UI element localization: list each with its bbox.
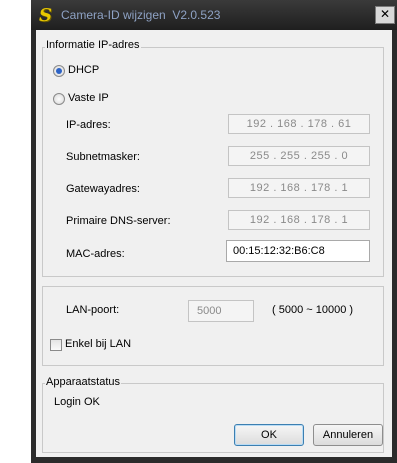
dns-server-label: Primaire DNS-server: — [66, 215, 171, 227]
title-bar[interactable]: S Camera-ID wijzigen V2.0.523 ✕ — [31, 0, 397, 30]
ip-address-label: IP-adres: — [66, 119, 111, 131]
static-ip-radio[interactable] — [53, 93, 65, 105]
lan-port-label: LAN-poort: — [66, 304, 120, 316]
ok-button[interactable]: OK — [234, 424, 304, 446]
ip-address-field[interactable]: 192 . 168 . 178 . 61 — [228, 114, 370, 134]
lan-only-label[interactable]: Enkel bij LAN — [65, 338, 131, 350]
dialog-body: Informatie IP-adres DHCP Vaste IP IP-adr… — [36, 30, 392, 457]
window-title: Camera-ID wijzigen V2.0.523 — [61, 8, 220, 22]
ip-info-legend: Informatie IP-adres — [45, 39, 141, 51]
app-logo-icon: S — [39, 5, 52, 26]
window-version: V2.0.523 — [172, 8, 221, 22]
mac-address-label: MAC-adres: — [66, 248, 125, 260]
status-text: Login OK — [54, 396, 100, 408]
status-legend: Apparaatstatus — [45, 376, 121, 388]
close-button[interactable]: ✕ — [375, 6, 395, 24]
lan-group — [42, 286, 384, 366]
subnet-mask-field[interactable]: 255 . 255 . 255 . 0 — [228, 146, 370, 166]
dhcp-label[interactable]: DHCP — [68, 64, 99, 76]
mac-address-field[interactable]: 00:15:12:32:B6:C8 — [226, 240, 370, 262]
lan-port-range: ( 5000 ~ 10000 ) — [272, 304, 354, 316]
dialog-window: S Camera-ID wijzigen V2.0.523 ✕ Informat… — [31, 0, 397, 463]
dns-server-field[interactable]: 192 . 168 . 178 . 1 — [228, 210, 370, 230]
gateway-label: Gatewayadres: — [66, 183, 140, 195]
subnet-mask-label: Subnetmasker: — [66, 151, 140, 163]
static-ip-label[interactable]: Vaste IP — [68, 92, 109, 104]
close-icon: ✕ — [379, 7, 391, 21]
cancel-button[interactable]: Annuleren — [313, 424, 383, 446]
lan-only-checkbox[interactable] — [50, 339, 62, 351]
gateway-field[interactable]: 192 . 168 . 178 . 1 — [228, 178, 370, 198]
dhcp-radio[interactable] — [53, 65, 65, 77]
lan-port-field[interactable]: 5000 — [188, 300, 254, 322]
window-title-text: Camera-ID wijzigen — [61, 8, 166, 22]
